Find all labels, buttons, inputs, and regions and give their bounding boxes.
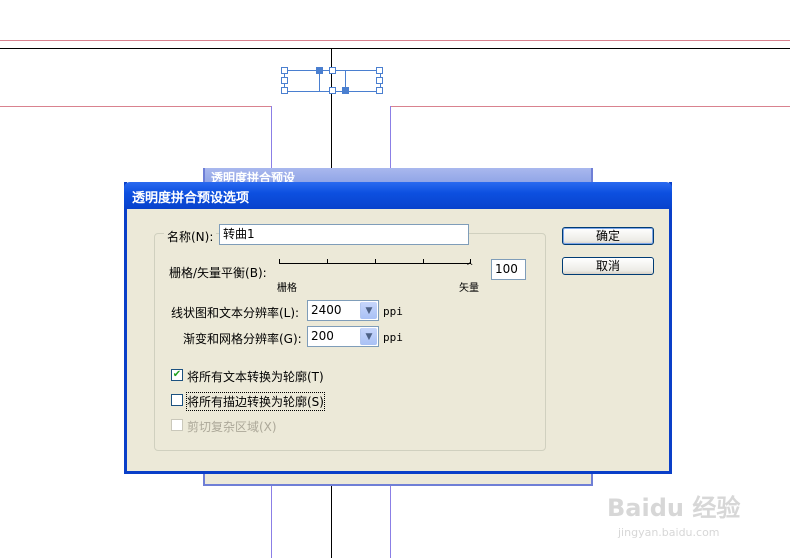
selection-handle-br[interactable] [376, 87, 383, 94]
chevron-down-icon[interactable]: ▼ [360, 302, 377, 319]
baidu-watermark-url: jingyan.baidu.com [618, 526, 720, 539]
line-art-resolution-label: 线状图和文本分辨率(L): [171, 306, 300, 320]
balance-tick-3 [375, 259, 376, 263]
name-label: 名称(N): [164, 228, 217, 245]
convert-strokes-label[interactable]: 将所有描边转换为轮廓(S) [186, 392, 325, 411]
cancel-button[interactable]: 取消 [562, 257, 654, 275]
balance-slider-thumb[interactable]: ^ [466, 263, 474, 272]
selection-handle-inner-2[interactable] [342, 87, 349, 94]
balance-tick-1 [279, 259, 280, 263]
gradient-resolution-label: 渐变和网格分辨率(G): [183, 332, 302, 346]
balance-tick-4 [423, 259, 424, 263]
gradient-resolution-value: 200 [311, 329, 334, 343]
selection-handle-tl[interactable] [281, 67, 288, 74]
balance-right-label: 矢量 [459, 283, 479, 294]
line-art-resolution-value: 2400 [311, 303, 342, 317]
convert-strokes-checkbox[interactable] [171, 394, 183, 406]
selection-handle-tm[interactable] [329, 67, 336, 74]
balance-value-input[interactable]: 100 [491, 259, 526, 280]
selection-handle-bl[interactable] [281, 87, 288, 94]
clip-complex-checkbox [171, 419, 183, 431]
dialog-titlebar[interactable]: 透明度拼合预设选项 [124, 182, 672, 209]
balance-label: 栅格/矢量平衡(B): [169, 266, 267, 280]
flattener-preset-dialog: 透明度拼合预设选项 名称(N): 转曲1 栅格/矢量平衡(B): ^ 栅格 矢量… [124, 182, 672, 474]
balance-tick-2 [327, 259, 328, 263]
guide-red-left [0, 106, 272, 107]
line-art-resolution-select[interactable]: 2400 ▼ [307, 300, 379, 321]
convert-text-checkbox[interactable]: ✔ [171, 369, 183, 381]
ok-button[interactable]: 确定 [562, 227, 654, 245]
selection-handle-inner-1[interactable] [316, 67, 323, 74]
selection-handle-tr[interactable] [376, 67, 383, 74]
balance-left-label: 栅格 [277, 283, 297, 294]
chevron-down-icon[interactable]: ▼ [360, 328, 377, 345]
selection-handle-ml[interactable] [281, 77, 288, 84]
guide-red-top [0, 40, 790, 41]
gradient-unit: ppi [383, 331, 403, 344]
line-art-unit: ppi [383, 305, 403, 318]
dialog-title: 透明度拼合预设选项 [132, 191, 250, 206]
convert-text-label[interactable]: 将所有文本转换为轮廓(T) [187, 368, 324, 385]
selection-handle-bm[interactable] [329, 87, 336, 94]
balance-slider[interactable]: ^ [279, 256, 474, 276]
name-input[interactable]: 转曲1 [219, 224, 469, 245]
balance-slider-track [279, 263, 471, 264]
gradient-resolution-select[interactable]: 200 ▼ [307, 326, 379, 347]
selection-handle-mr[interactable] [376, 77, 383, 84]
guide-red-right [390, 106, 790, 107]
guide-black-top [0, 48, 790, 49]
baidu-watermark: Baidu 经验 [607, 494, 741, 522]
clip-complex-label: 剪切复杂区域(X) [187, 420, 277, 434]
